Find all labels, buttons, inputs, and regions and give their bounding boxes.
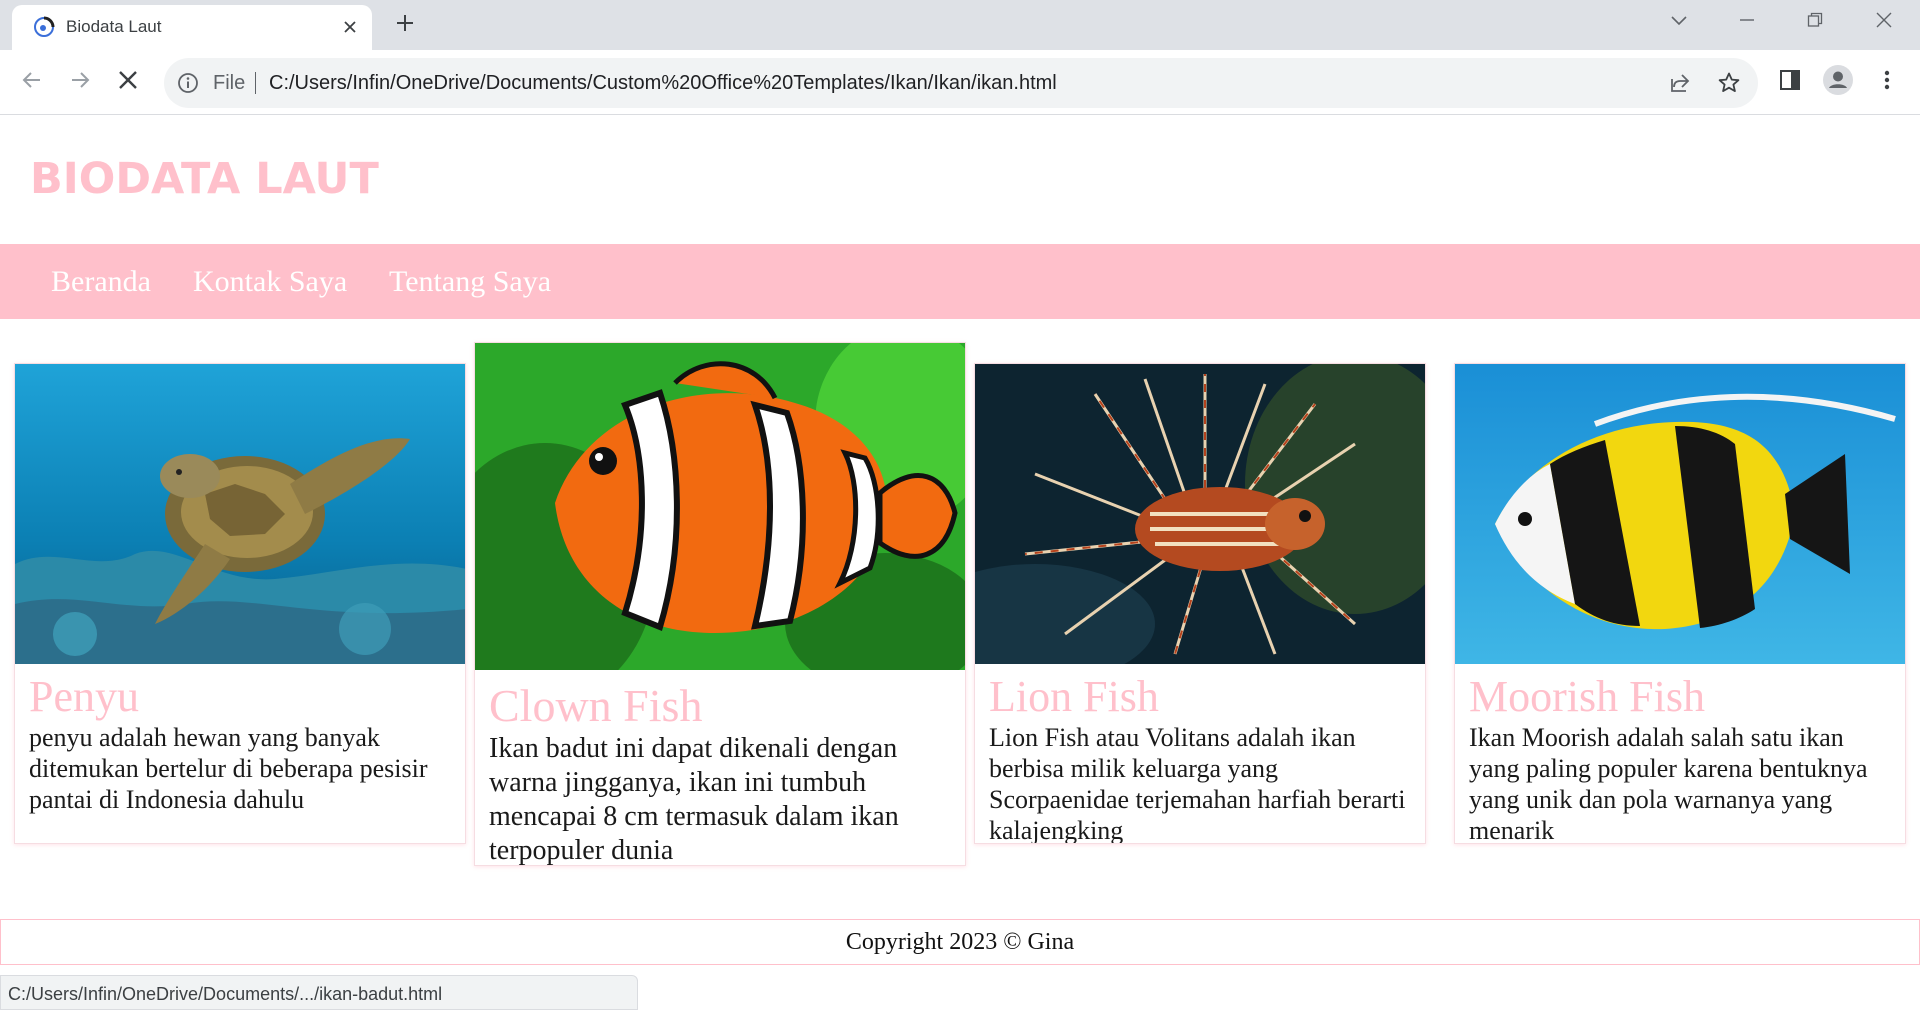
forward-button[interactable] xyxy=(62,64,98,100)
main-nav: Beranda Kontak Saya Tentang Saya xyxy=(0,244,1920,319)
info-icon[interactable] xyxy=(176,71,200,95)
site-title: BIODATA LAUT xyxy=(30,154,379,204)
card-title: Lion Fish xyxy=(989,672,1159,721)
browser-toolbar: File C:/Users/Infin/OneDrive/Documents/C… xyxy=(0,50,1920,115)
url-text[interactable]: C:/Users/Infin/OneDrive/Documents/Custom… xyxy=(269,71,1057,95)
card-text: Ikan Moorish adalah salah satu ikan yang… xyxy=(1469,723,1868,844)
turtle-image xyxy=(15,364,465,664)
scheme-divider xyxy=(255,72,256,94)
stop-button[interactable] xyxy=(110,64,146,100)
copyright-text: Copyright 2023 © Gina xyxy=(845,928,1075,955)
restore-button[interactable] xyxy=(1797,8,1833,36)
close-window-icon xyxy=(1876,12,1892,33)
moorish-idol-image xyxy=(1455,364,1905,664)
side-panel-icon xyxy=(1779,69,1801,96)
side-panel-button[interactable] xyxy=(1772,64,1808,100)
back-arrow-icon xyxy=(21,69,43,96)
back-button[interactable] xyxy=(14,64,50,100)
close-window-button[interactable] xyxy=(1866,8,1902,36)
chevron-down-icon xyxy=(1670,13,1688,31)
clownfish-image xyxy=(475,343,965,670)
kebab-menu-icon xyxy=(1883,69,1891,96)
close-icon[interactable] xyxy=(339,16,361,38)
status-url: C:/Users/Infin/OneDrive/Documents/.../ik… xyxy=(8,984,443,1004)
nav-link-kontak-saya[interactable]: Kontak Saya xyxy=(193,264,347,300)
card-text: penyu adalah hewan yang banyak ditemukan… xyxy=(29,723,428,814)
card-lion-fish[interactable]: Lion Fish Lion Fish atau Volitans adalah… xyxy=(974,363,1426,844)
nav-link-tentang-saya[interactable]: Tentang Saya xyxy=(389,264,551,300)
tab-title: Biodata Laut xyxy=(66,17,162,36)
card-text: Lion Fish atau Volitans adalah ikan berb… xyxy=(989,723,1406,844)
tab-strip: Biodata Laut xyxy=(0,0,1920,50)
forward-arrow-icon xyxy=(69,69,91,96)
card-moorish-fish[interactable]: Moorish Fish Ikan Moorish adalah salah s… xyxy=(1454,363,1906,844)
minimize-icon xyxy=(1739,12,1755,33)
share-icon[interactable] xyxy=(1666,69,1694,97)
card-title: Moorish Fish xyxy=(1469,672,1705,721)
site-favicon-icon xyxy=(33,16,55,38)
lionfish-image xyxy=(975,364,1425,664)
star-icon[interactable] xyxy=(1715,69,1743,97)
restore-icon xyxy=(1807,12,1823,33)
scheme-label: File xyxy=(213,72,246,94)
minimize-button[interactable] xyxy=(1729,8,1765,36)
nav-link-beranda[interactable]: Beranda xyxy=(51,264,151,300)
tab-search-button[interactable] xyxy=(1661,8,1697,36)
card-penyu[interactable]: Penyu penyu adalah hewan yang banyak dit… xyxy=(14,363,466,844)
status-bar: C:/Users/Infin/OneDrive/Documents/.../ik… xyxy=(0,975,638,1010)
menu-button[interactable] xyxy=(1869,64,1905,100)
card-text: Ikan badut ini dapat dikenali dengan war… xyxy=(489,733,899,866)
plus-icon xyxy=(394,12,416,39)
card-title: Clown Fish xyxy=(489,680,703,731)
stop-loading-icon xyxy=(117,69,139,96)
new-tab-button[interactable] xyxy=(392,12,418,38)
card-clown-fish[interactable]: Clown Fish Ikan badut ini dapat dikenali… xyxy=(474,342,966,866)
profile-icon xyxy=(1822,64,1854,101)
card-title: Penyu xyxy=(29,672,139,721)
profile-button[interactable] xyxy=(1820,64,1856,100)
browser-tab[interactable]: Biodata Laut xyxy=(12,5,372,50)
address-bar[interactable]: File C:/Users/Infin/OneDrive/Documents/C… xyxy=(164,58,1758,108)
page-footer: Copyright 2023 © Gina xyxy=(0,919,1920,965)
